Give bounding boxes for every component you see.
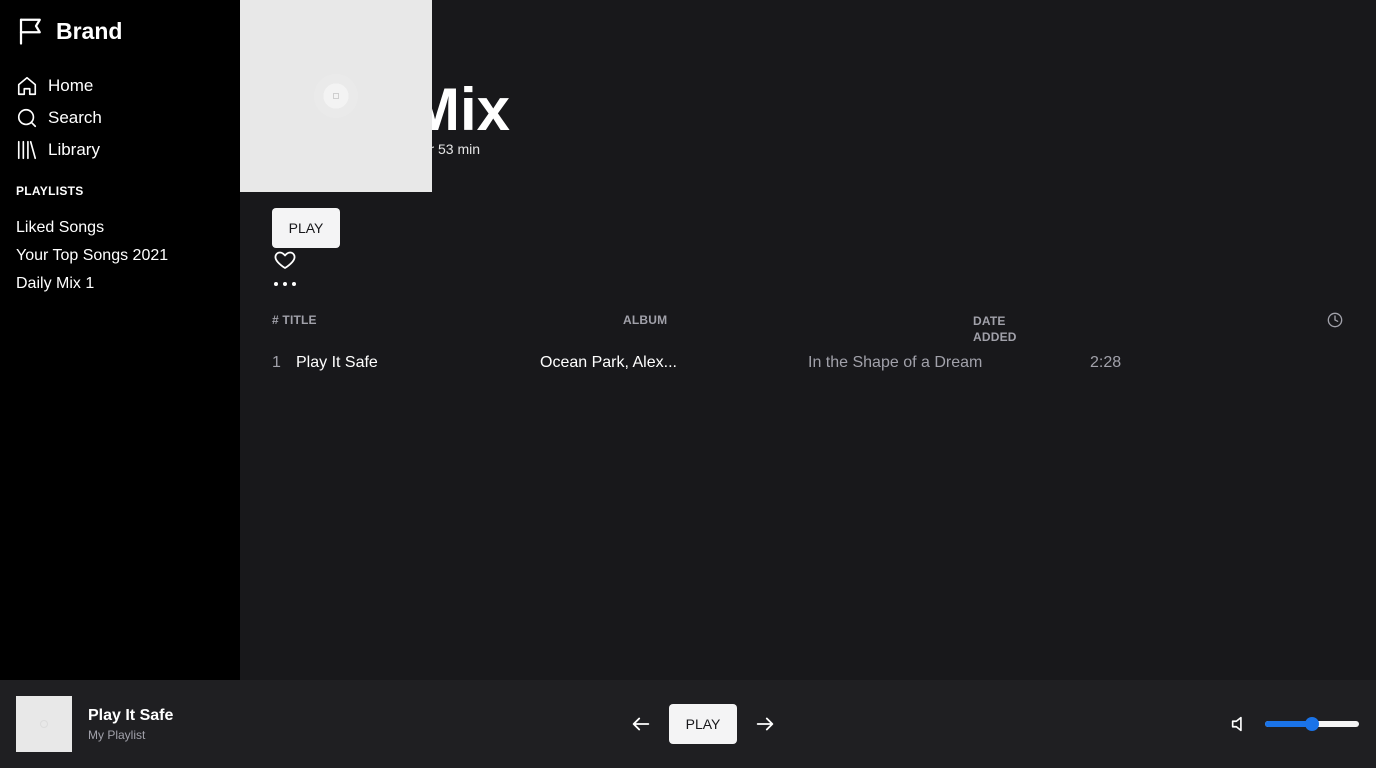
playlist-cover — [240, 0, 432, 192]
playlist-play-button[interactable]: PLAY — [272, 208, 340, 248]
library-icon — [17, 140, 37, 160]
main-content: Mix 2 hr 53 min PLAY # TITLE ALBUM DATE … — [240, 0, 1376, 680]
column-header-album[interactable]: ALBUM — [623, 313, 667, 327]
sidebar: Brand Home Search Library PLAYLISTS Like… — [0, 0, 240, 680]
track-artist[interactable]: Ocean Park, Alex... — [540, 354, 677, 372]
track-duration: 2:28 — [1090, 354, 1122, 371]
player-play-button[interactable]: PLAY — [669, 704, 737, 744]
next-arrow-icon[interactable] — [754, 713, 776, 735]
track-row[interactable]: 1 Play It Safe Ocean Park, Alex... In th… — [272, 352, 1342, 376]
flag-icon — [19, 18, 41, 45]
main-nav: Home Search Library — [16, 70, 102, 166]
now-playing-subtitle[interactable]: My Playlist — [88, 728, 145, 742]
brand[interactable]: Brand — [16, 16, 122, 46]
nav-item-home[interactable]: Home — [16, 70, 102, 102]
heart-icon[interactable] — [273, 248, 297, 272]
volume-slider[interactable] — [1265, 717, 1359, 731]
search-icon — [17, 108, 37, 128]
playlists-heading: PLAYLISTS — [16, 184, 84, 198]
nav-item-search[interactable]: Search — [16, 102, 102, 134]
more-options-icon[interactable] — [274, 278, 296, 290]
nav-label-library: Library — [48, 140, 100, 159]
playlist-item-liked-songs[interactable]: Liked Songs — [16, 214, 168, 242]
playlist-item-daily-mix-1[interactable]: Daily Mix 1 — [16, 270, 168, 298]
now-playing-title[interactable]: Play It Safe — [88, 707, 173, 725]
cover-placeholder-icon — [314, 74, 358, 118]
volume-thumb[interactable] — [1305, 717, 1319, 731]
track-album[interactable]: In the Shape of a Dream — [808, 354, 982, 372]
track-title: Play It Safe — [296, 354, 378, 371]
nav-label-home: Home — [48, 76, 94, 95]
nav-label-search: Search — [48, 108, 102, 127]
playlist-list: Liked Songs Your Top Songs 2021 Daily Mi… — [16, 214, 168, 298]
home-icon — [17, 76, 37, 96]
track-index: 1 — [272, 354, 281, 371]
column-header-title[interactable]: # TITLE — [272, 313, 317, 327]
playlist-item-top-songs-2021[interactable]: Your Top Songs 2021 — [16, 242, 168, 270]
volume-icon[interactable] — [1229, 713, 1251, 735]
player-bar: Play It Safe My Playlist PLAY — [0, 680, 1376, 768]
previous-arrow-icon[interactable] — [630, 713, 652, 735]
column-header-date-added[interactable]: DATE ADDED — [973, 313, 1017, 345]
nav-item-library[interactable]: Library — [16, 134, 102, 166]
now-playing-thumbnail — [16, 696, 72, 752]
brand-name: Brand — [56, 17, 123, 44]
clock-icon — [1327, 312, 1343, 328]
